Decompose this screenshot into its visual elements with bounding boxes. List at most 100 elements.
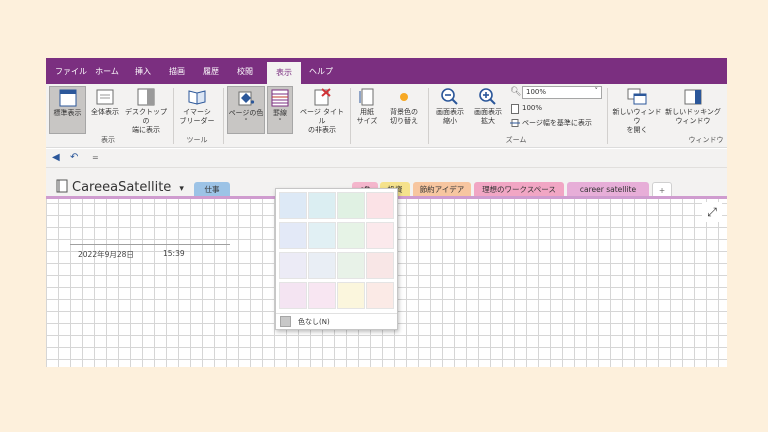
notebook-selector[interactable]: CareeaSatellite ▾ (72, 176, 184, 195)
tab-help[interactable]: ヘルプ (305, 58, 337, 84)
color-swatch[interactable] (279, 222, 307, 249)
color-swatch[interactable] (308, 252, 336, 279)
color-swatch[interactable] (279, 192, 307, 219)
zoom-out-label-1: 画面表示 (436, 108, 464, 116)
group-label-view: 表示 (101, 136, 115, 144)
group-separator (428, 88, 429, 144)
page-width-label: ページ幅を基準に表示 (522, 119, 592, 127)
hide-title-icon (314, 88, 331, 106)
color-swatch[interactable] (308, 282, 336, 309)
undo-icon[interactable]: ↶ (70, 152, 78, 164)
group-separator (223, 88, 224, 144)
notebook-icon (56, 179, 68, 193)
color-swatch[interactable] (337, 222, 365, 249)
notebook-name: CareeaSatellite (72, 180, 172, 195)
page-width-button[interactable]: ページ幅を基準に表示 (510, 117, 600, 129)
full-page-icon (96, 89, 114, 105)
color-swatch[interactable] (308, 222, 336, 249)
page-color-button[interactable]: ページの色 ˅ (227, 86, 265, 134)
tab-draw[interactable]: 描画 (163, 58, 191, 84)
color-swatch[interactable] (337, 282, 365, 309)
rule-lines-label: 罫線 (273, 109, 287, 117)
page-color-dropdown-icon: ˅ (244, 118, 248, 126)
normal-view-button[interactable]: 標準表示 (49, 86, 86, 134)
zoom-out-icon (441, 88, 458, 105)
zoom-100-label: 100% (522, 104, 543, 112)
hide-page-title-button[interactable]: ページ タイトル の非表示 (297, 86, 347, 134)
normal-view-label: 標準表示 (53, 109, 82, 117)
zoom-out-label-2: 縮小 (443, 117, 457, 125)
dock-label-1: デスクトップの (125, 108, 167, 125)
no-color-option[interactable]: 色なし(N) (278, 315, 395, 328)
new-window-label-1: 新しいウィンドウ (612, 108, 662, 125)
immersive-label-2: ブリーダー (179, 117, 215, 125)
paper-size-label-2: サイズ (356, 117, 378, 125)
color-swatch[interactable] (337, 192, 365, 219)
docked-window-icon (684, 89, 702, 105)
rule-lines-icon (271, 89, 289, 107)
normal-view-icon (59, 89, 76, 107)
color-swatch[interactable] (366, 222, 394, 249)
dock-label-2: 端に表示 (132, 126, 160, 134)
dropdown-divider (276, 313, 397, 314)
sun-icon (400, 93, 408, 101)
paint-bucket-icon (238, 91, 255, 106)
dock-to-desktop-button[interactable]: デスクトップの 端に表示 (124, 86, 168, 134)
group-label-zoom: ズーム (505, 136, 527, 144)
paper-size-icon (359, 88, 374, 106)
quick-access-toolbar: ◀ ↶ = (46, 149, 727, 168)
tab-insert[interactable]: 挿入 (129, 58, 157, 84)
page-time: 15:39 (163, 249, 185, 258)
rule-lines-button[interactable]: 罫線 ˅ (267, 86, 293, 134)
onenote-window: ファイル ホーム 挿入 描画 履歴 校閲 表示 ヘルプ 標準表示 全体表示 デス… (46, 58, 727, 367)
zoom-in-label-1: 画面表示 (474, 108, 502, 116)
hide-title-label-1: ページ タイトル (299, 108, 345, 125)
zoom-out-button[interactable]: 画面表示 縮小 (432, 86, 468, 134)
color-swatch[interactable] (308, 192, 336, 219)
page-color-label: ページの色 (228, 109, 264, 117)
ribbon: 標準表示 全体表示 デスクトップの 端に表示 表示 イマーシ ブリーダー ツール… (46, 84, 727, 148)
no-color-swatch-icon (280, 316, 291, 327)
group-separator (173, 88, 174, 144)
tab-home[interactable]: ホーム (91, 58, 123, 84)
new-window-label-2: を開く (626, 126, 648, 134)
switch-background-button[interactable]: 背景色の 切り替え (384, 86, 424, 134)
tab-file[interactable]: ファイル (51, 58, 91, 84)
paper-size-label-1: 用紙 (360, 108, 374, 116)
zoom-in-button[interactable]: 画面表示 拡大 (470, 86, 506, 134)
group-label-tools: ツール (186, 136, 208, 144)
immersive-reader-icon (188, 90, 206, 105)
no-color-label: 色なし(N) (298, 318, 330, 326)
paper-size-button[interactable]: 用紙 サイズ (353, 86, 381, 134)
menu-bar: ファイル ホーム 挿入 描画 履歴 校閲 表示 ヘルプ (46, 58, 727, 84)
color-swatch[interactable] (279, 282, 307, 309)
tab-history[interactable]: 履歴 (197, 58, 225, 84)
hide-title-label-2: の非表示 (308, 126, 336, 134)
immersive-reader-button[interactable]: イマーシ ブリーダー (177, 86, 217, 134)
full-page-view-button[interactable]: 全体表示 (87, 86, 123, 134)
page-color-dropdown: 色なし(N) (275, 188, 398, 330)
page-width-icon (510, 119, 520, 127)
tab-review[interactable]: 校閲 (231, 58, 259, 84)
color-swatch[interactable] (279, 252, 307, 279)
background-label-2: 切り替え (390, 117, 418, 125)
back-icon[interactable]: ◀ (52, 152, 60, 164)
zoom-combo-box[interactable]: 100% ˅ (522, 86, 602, 99)
zoom-100-button[interactable]: 100% (510, 103, 580, 115)
expand-icon[interactable]: ⤢ (702, 202, 722, 222)
new-docked-window-button[interactable]: 新しいドッキング ウィンドウ (665, 86, 721, 134)
new-dock-label-1: 新しいドッキング (665, 108, 721, 116)
tab-view[interactable]: 表示 (267, 62, 301, 84)
zoom-in-icon (479, 88, 496, 105)
color-swatch[interactable] (366, 252, 394, 279)
zoom-in-label-2: 拡大 (481, 117, 495, 125)
zoom-dropdown-icon[interactable]: ˅ (595, 87, 599, 95)
group-separator (607, 88, 608, 144)
color-swatch[interactable] (337, 252, 365, 279)
color-swatch[interactable] (366, 192, 394, 219)
notebook-dropdown-icon[interactable]: ▾ (179, 184, 184, 194)
color-swatch[interactable] (366, 282, 394, 309)
group-label-window: ウィンドウ (688, 136, 724, 144)
customize-toolbar-icon[interactable]: = (92, 152, 99, 164)
new-window-button[interactable]: 新しいウィンドウ を開く (611, 86, 663, 134)
